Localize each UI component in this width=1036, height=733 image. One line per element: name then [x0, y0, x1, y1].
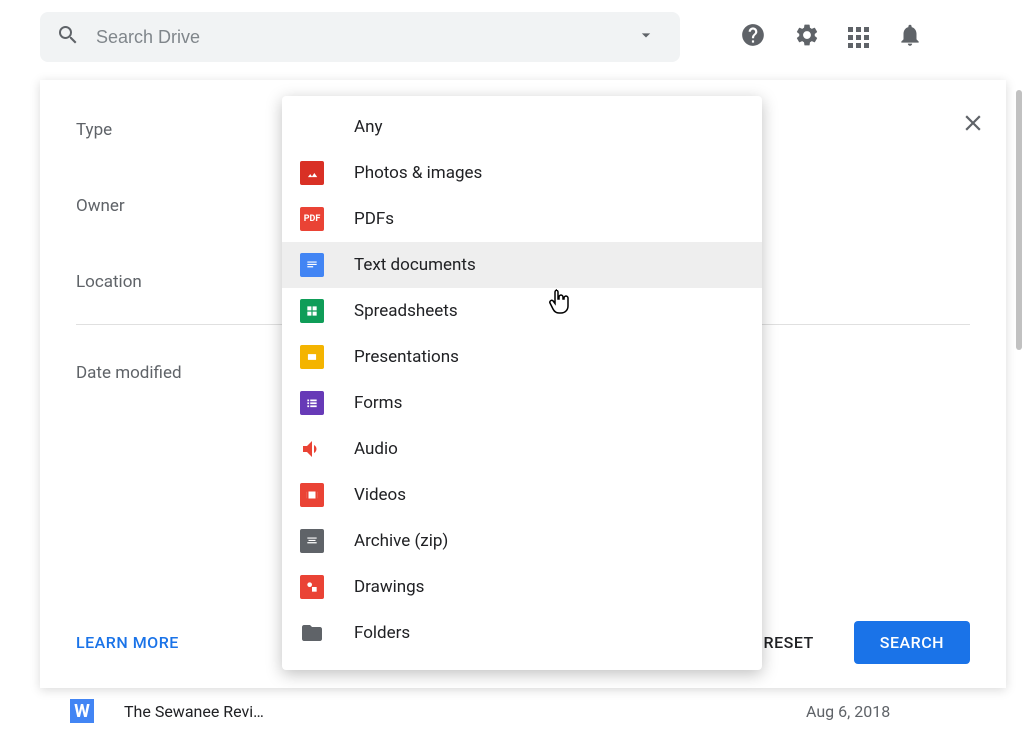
- pdf-icon: PDF: [300, 207, 324, 231]
- learn-more-link[interactable]: LEARN MORE: [76, 633, 179, 652]
- search-input[interactable]: [96, 27, 628, 48]
- type-option-label: Videos: [354, 485, 406, 505]
- file-row[interactable]: W The Sewanee Revi… Aug 6, 2018: [70, 689, 1006, 733]
- type-option-label: Any: [354, 117, 383, 137]
- settings-icon[interactable]: [794, 22, 820, 52]
- audio-icon: [300, 437, 324, 461]
- type-option-slides[interactable]: Presentations: [282, 334, 762, 380]
- filter-label-type: Type: [76, 120, 316, 140]
- filter-label-location: Location: [76, 272, 316, 292]
- type-option-label: Photos & images: [354, 163, 482, 183]
- file-name: The Sewanee Revi…: [124, 702, 806, 721]
- type-option-label: Text documents: [354, 255, 476, 275]
- type-option-pdf[interactable]: PDF PDFs: [282, 196, 762, 242]
- search-options-dropdown-icon[interactable]: [628, 25, 664, 49]
- type-option-video[interactable]: Videos: [282, 472, 762, 518]
- filter-label-date: Date modified: [76, 363, 316, 383]
- type-option-label: Presentations: [354, 347, 459, 367]
- blank-icon: [300, 115, 324, 139]
- top-icons: [740, 22, 923, 52]
- type-option-any[interactable]: Any: [282, 104, 762, 150]
- folder-icon: [300, 621, 324, 645]
- type-option-image[interactable]: Photos & images: [282, 150, 762, 196]
- search-icon: [56, 23, 80, 51]
- scrollbar[interactable]: [1016, 90, 1022, 350]
- type-option-archive[interactable]: Archive (zip): [282, 518, 762, 564]
- file-type-icon: W: [70, 699, 94, 723]
- type-option-label: Folders: [354, 623, 410, 643]
- type-option-label: Forms: [354, 393, 402, 413]
- close-icon[interactable]: [960, 110, 986, 140]
- type-dropdown: Any Photos & images PDF PDFs Text documents S…: [282, 96, 762, 670]
- slides-icon: [300, 345, 324, 369]
- search-box[interactable]: [40, 12, 680, 62]
- type-option-label: Archive (zip): [354, 531, 448, 551]
- doc-icon: [300, 253, 324, 277]
- sheet-icon: [300, 299, 324, 323]
- type-option-sheet[interactable]: Spreadsheets: [282, 288, 762, 334]
- video-icon: [300, 483, 324, 507]
- image-icon: [300, 161, 324, 185]
- type-option-label: PDFs: [354, 209, 394, 229]
- notifications-icon[interactable]: [897, 22, 923, 52]
- type-option-audio[interactable]: Audio: [282, 426, 762, 472]
- filter-label-owner: Owner: [76, 196, 316, 216]
- type-option-folder[interactable]: Folders: [282, 610, 762, 656]
- help-icon[interactable]: [740, 22, 766, 52]
- search-button[interactable]: SEARCH: [854, 621, 970, 664]
- drawing-icon: [300, 575, 324, 599]
- apps-icon[interactable]: [848, 27, 869, 48]
- form-icon: [300, 391, 324, 415]
- type-option-label: Drawings: [354, 577, 424, 597]
- type-option-label: Spreadsheets: [354, 301, 458, 321]
- type-option-form[interactable]: Forms: [282, 380, 762, 426]
- type-option-doc[interactable]: Text documents: [282, 242, 762, 288]
- archive-icon: [300, 529, 324, 553]
- type-option-drawing[interactable]: Drawings: [282, 564, 762, 610]
- file-date: Aug 6, 2018: [806, 702, 1006, 721]
- top-bar: [0, 0, 1036, 74]
- type-option-label: Audio: [354, 439, 398, 459]
